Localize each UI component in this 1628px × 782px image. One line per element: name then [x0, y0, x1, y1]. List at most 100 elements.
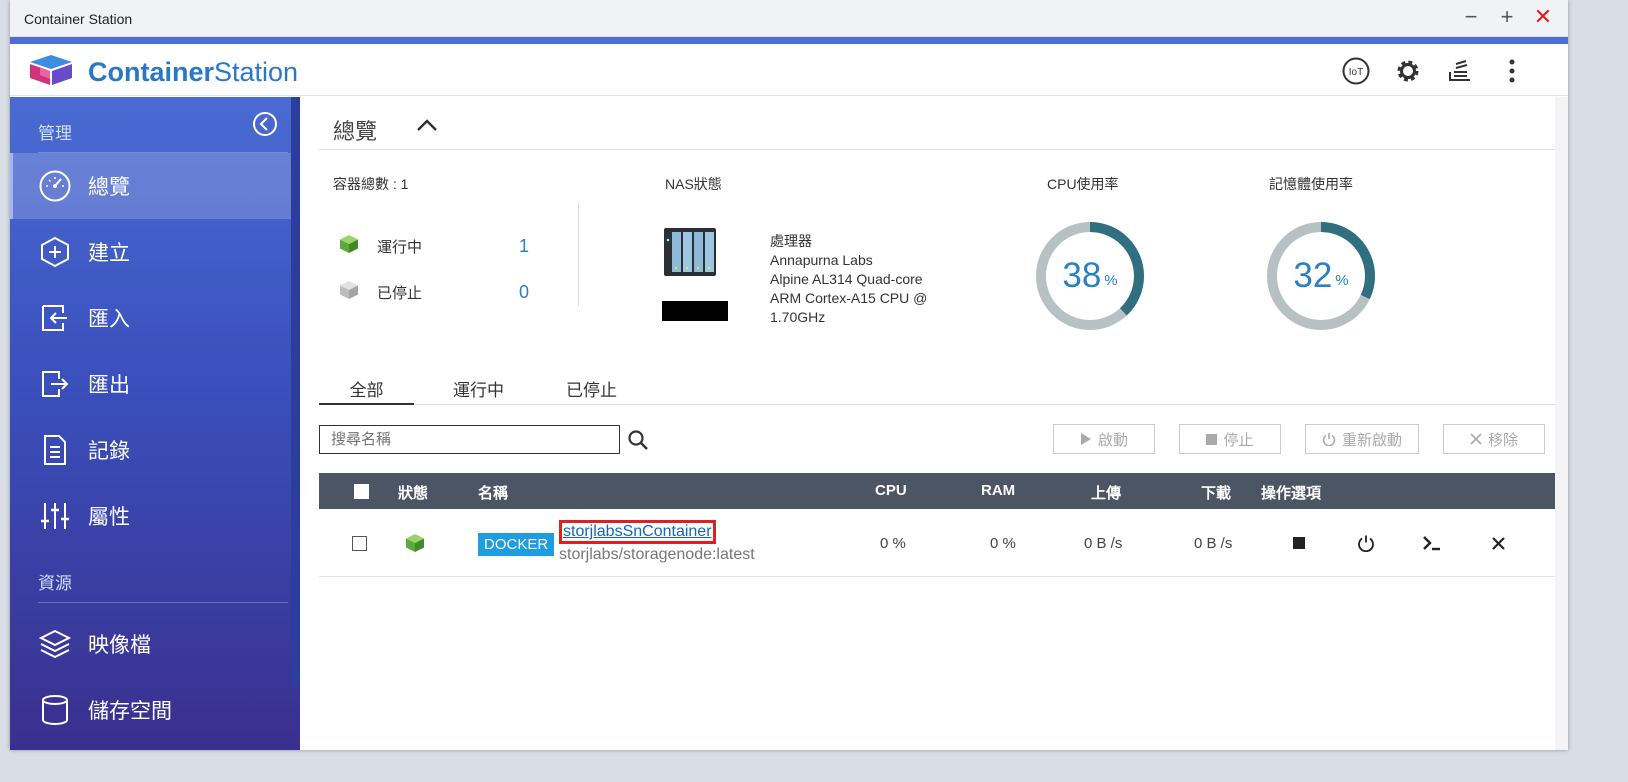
create-icon: [38, 235, 72, 269]
close-icon: [1470, 433, 1482, 445]
row-checkbox[interactable]: [352, 536, 367, 551]
col-name: 名稱: [478, 485, 509, 502]
dashboard-icon: [38, 169, 72, 203]
processor-line: Alpine AL314 Quad-core: [770, 271, 923, 287]
col-upload: 上傳: [1091, 485, 1122, 502]
sidebar-item-import[interactable]: 匯入: [10, 285, 300, 351]
select-all-checkbox[interactable]: [354, 484, 369, 499]
redacted-nas-name: [662, 301, 728, 321]
container-station-logo-icon: [28, 53, 74, 92]
col-status: 狀態: [398, 485, 429, 502]
tab-running[interactable]: 運行中: [431, 376, 526, 405]
cpu-usage-value: 38: [1062, 256, 1102, 295]
running-count: 1: [519, 235, 530, 256]
console-icon[interactable]: [1422, 533, 1442, 553]
collapse-sidebar-icon[interactable]: [252, 111, 278, 142]
sidebar-item-overview[interactable]: 總覽: [10, 153, 300, 219]
sidebar-item-label: 映像檔: [88, 634, 151, 657]
container-name-link[interactable]: storjlabsSnContainer: [559, 520, 716, 544]
page-header: 總覽: [319, 97, 1555, 150]
sidebar-item-label: 匯出: [88, 374, 130, 397]
stopped-count: 0: [519, 281, 530, 302]
iot-icon[interactable]: IoT: [1340, 55, 1372, 87]
cpu-value: 0 %: [880, 535, 906, 552]
cpu-usage-label: CPU使用率: [1047, 176, 1119, 192]
start-button[interactable]: 啟動: [1053, 424, 1155, 454]
sidebar-item-images[interactable]: 映像檔: [10, 611, 300, 677]
stop-button[interactable]: 停止: [1179, 424, 1281, 454]
processor-line: ARM Cortex-A15 CPU @: [770, 290, 928, 306]
app-header: ContainerStation IoT: [10, 44, 1568, 96]
title-bar: Container Station − + ✕: [10, 0, 1568, 37]
sidebar: 管理 總覽 建立 匯入 匯出 記錄 屬性 資源 映像檔 儲存空間: [10, 97, 300, 750]
col-ops: 操作選項: [1261, 485, 1322, 502]
tab-stopped[interactable]: 已停止: [544, 376, 639, 405]
processor-line: Annapurna Labs: [770, 252, 873, 268]
download-value: 0 B /s: [1194, 535, 1233, 552]
stopped-count-row: 已停止 0: [339, 280, 529, 304]
maximize-button[interactable]: +: [1496, 6, 1518, 29]
play-icon: [1080, 433, 1091, 445]
upload-value: 0 B /s: [1084, 535, 1123, 552]
col-download: 下載: [1201, 485, 1232, 502]
memory-usage-label: 記憶體使用率: [1269, 176, 1353, 192]
accent-strip: [10, 37, 1568, 44]
container-filter-tabs: 全部 運行中 已停止: [319, 367, 1555, 405]
table-header: 狀態 名稱 CPU RAM 上傳 下載 操作選項: [319, 473, 1555, 509]
sidebar-item-label: 總覽: [88, 176, 130, 199]
memory-usage-value: 32: [1293, 256, 1333, 295]
processor-line: 1.70GHz: [770, 309, 826, 325]
table-row: DOCKER storjlabsSnContainer storjlabs/st…: [319, 509, 1555, 577]
stack-icon[interactable]: [1444, 55, 1476, 87]
running-label: 運行中: [377, 238, 423, 256]
sidebar-item-export[interactable]: 匯出: [10, 351, 300, 417]
running-count-row: 運行中 1: [339, 234, 529, 258]
main-scrollbar[interactable]: [1555, 97, 1568, 750]
svg-text:IoT: IoT: [1349, 67, 1363, 78]
container-image: storjlabs/storagenode:latest: [559, 546, 755, 563]
search-icon[interactable]: [627, 429, 649, 456]
container-total-label: 容器總數 : 1: [333, 176, 409, 192]
stopped-label: 已停止: [377, 284, 423, 302]
sidebar-item-label: 匯入: [88, 308, 130, 331]
section-manage: 管理: [10, 97, 300, 153]
storage-icon: [38, 693, 72, 727]
gear-icon[interactable]: [1392, 55, 1424, 87]
chevron-up-icon[interactable]: [415, 117, 439, 138]
log-icon: [38, 433, 72, 467]
sidebar-item-log[interactable]: 記錄: [10, 417, 300, 483]
section-manage-label: 管理: [38, 124, 72, 143]
running-status-icon: [405, 533, 425, 557]
sidebar-item-label: 記錄: [88, 440, 130, 463]
col-ram: RAM: [981, 482, 1016, 499]
remove-button[interactable]: 移除: [1443, 424, 1545, 454]
restart-icon[interactable]: [1356, 533, 1376, 553]
stop-icon[interactable]: [1289, 533, 1309, 553]
more-vertical-icon[interactable]: [1496, 55, 1528, 87]
processor-label: 處理器: [770, 233, 812, 249]
sidebar-item-label: 儲存空間: [88, 700, 172, 723]
search-input[interactable]: [319, 425, 620, 454]
sidebar-item-storage[interactable]: 儲存空間: [10, 677, 300, 743]
layers-icon: [38, 627, 72, 661]
sidebar-item-label: 屬性: [88, 506, 130, 529]
minimize-button[interactable]: −: [1460, 6, 1482, 29]
sidebar-item-create[interactable]: 建立: [10, 219, 300, 285]
remove-icon[interactable]: [1488, 533, 1508, 553]
cpu-usage-gauge: 38%: [1034, 220, 1146, 332]
section-resources-label: 資源: [38, 574, 72, 593]
nas-device-icon: [662, 224, 718, 285]
overview-stats: 容器總數 : 1 運行中 1 已停止 0 NAS狀態 處理器 Annapurna…: [319, 150, 1555, 360]
export-icon: [38, 367, 72, 401]
sidebar-item-preferences[interactable]: 屬性: [10, 483, 300, 549]
close-button[interactable]: ✕: [1532, 6, 1554, 29]
memory-usage-gauge: 32%: [1265, 220, 1377, 332]
restart-button[interactable]: 重新啟動: [1305, 424, 1419, 454]
processor-info: 處理器 Annapurna Labs Alpine AL314 Quad-cor…: [770, 232, 927, 327]
main-content: 總覽 容器總數 : 1 運行中 1 已停止 0 NAS狀態 處理器 Annapu…: [319, 97, 1568, 750]
running-cube-icon: [339, 234, 359, 258]
preferences-icon: [38, 499, 72, 533]
section-resources: 資源: [10, 549, 300, 611]
tab-all[interactable]: 全部: [319, 376, 414, 405]
app-window: Container Station − + ✕ ContainerStation…: [10, 0, 1568, 750]
